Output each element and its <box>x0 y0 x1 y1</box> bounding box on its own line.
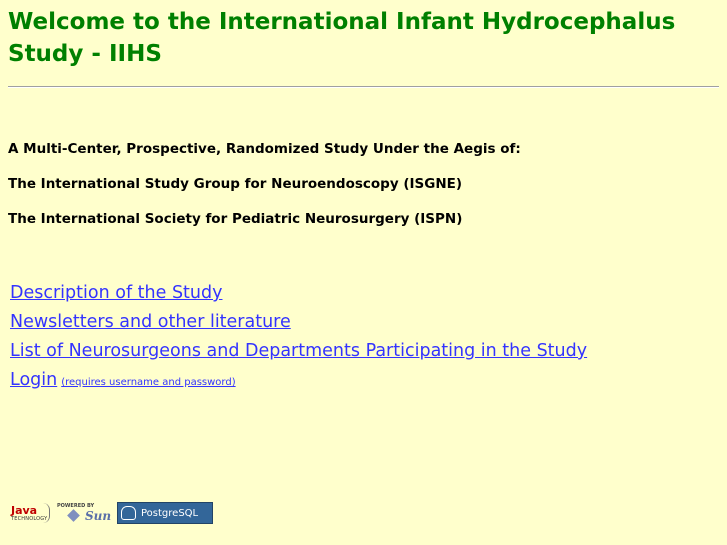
intro-text: A Multi-Center, Prospective, Randomized … <box>8 141 521 157</box>
nav-links: Description of the Study Newsletters and… <box>10 279 587 397</box>
login-note: (requires username and password) <box>61 377 236 388</box>
java-logo: Java TECHNOLOGY <box>9 502 51 524</box>
newsletters-link[interactable]: Newsletters and other literature <box>10 308 587 337</box>
org-ispn: The International Society for Pediatric … <box>8 211 463 227</box>
sun-logo: POWERED BY Sun <box>55 502 113 524</box>
java-logo-arc <box>43 503 50 523</box>
org-isgne: The International Study Group for Neuroe… <box>8 176 463 192</box>
login-label: Login <box>10 370 58 390</box>
description-link[interactable]: Description of the Study <box>10 279 587 308</box>
page: Welcome to the International Infant Hydr… <box>0 0 727 545</box>
sun-logo-text: Sun <box>85 509 112 523</box>
java-logo-subtext: TECHNOLOGY <box>11 516 48 522</box>
badges: Java TECHNOLOGY POWERED BY Sun PostgreSQ… <box>9 502 213 524</box>
page-title: Welcome to the International Infant Hydr… <box>8 9 676 67</box>
login-link[interactable]: Login (requires username and password) <box>10 366 587 397</box>
sun-diamond-icon <box>67 509 80 522</box>
postgresql-text: PostgreSQL <box>141 507 199 519</box>
neurosurgeons-link[interactable]: List of Neurosurgeons and Departments Pa… <box>10 337 587 366</box>
divider <box>8 86 719 88</box>
postgresql-logo: PostgreSQL <box>117 502 213 524</box>
elephant-icon <box>121 506 136 520</box>
